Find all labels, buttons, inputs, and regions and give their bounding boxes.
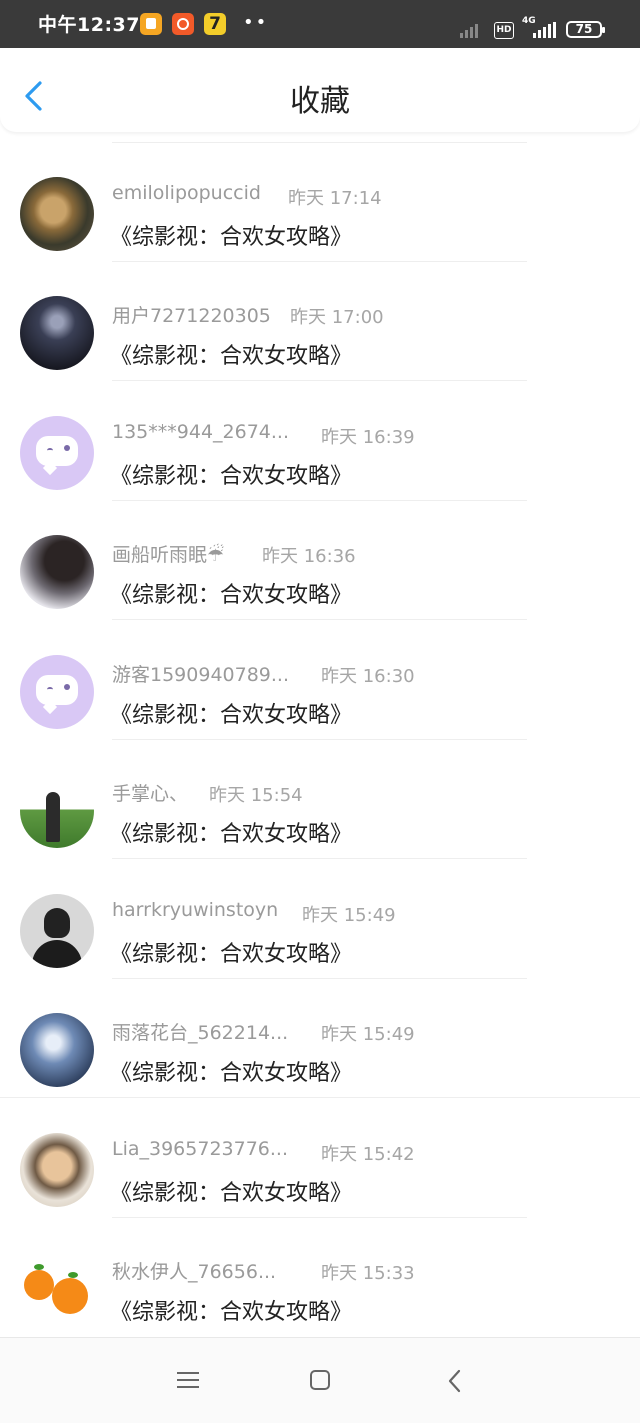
list-item[interactable]: 用户7271220305 昨天 17:00 《综影视：合欢女攻略》 [0, 262, 640, 381]
book-title[interactable]: 《综影视：合欢女攻略》 [110, 577, 352, 609]
book-title[interactable]: 《综影视：合欢女攻略》 [110, 816, 352, 848]
chat-bubble-icon [36, 675, 78, 705]
divider [0, 1097, 640, 1098]
favorite-time: 昨天 16:36 [262, 546, 356, 567]
avatar[interactable] [20, 296, 94, 370]
avatar[interactable] [20, 1133, 94, 1207]
more-notifications-icon: •• [243, 12, 269, 33]
user-name[interactable]: 手掌心、 [112, 779, 188, 806]
user-name[interactable]: 雨落花台_562214... [112, 1018, 288, 1045]
favorite-time: 昨天 17:00 [290, 307, 384, 328]
favorite-time: 昨天 16:39 [321, 427, 415, 448]
battery-icon: 75 [566, 21, 605, 38]
book-title[interactable]: 《综影视：合欢女攻略》 [110, 697, 352, 729]
book-title[interactable]: 《综影视：合欢女攻略》 [110, 1294, 352, 1326]
book-title[interactable]: 《综影视：合欢女攻略》 [110, 1055, 352, 1087]
list-item[interactable]: harrkryuwinstoyn 昨天 15:49 《综影视：合欢女攻略》 [0, 860, 640, 979]
leaf [34, 1264, 44, 1270]
list-item[interactable]: emilolipopuccid 昨天 17:14 《综影视：合欢女攻略》 [0, 143, 640, 262]
hd-voice-icon: HD [494, 22, 514, 39]
list-item[interactable]: 秋水伊人_76656... 昨天 15:33 《综影视：合欢女攻略》 [0, 1218, 640, 1337]
avatar[interactable] [20, 1252, 94, 1326]
user-name[interactable]: 用户7271220305 [112, 301, 271, 328]
avatar-eye [64, 445, 70, 451]
favorite-time: 昨天 15:54 [209, 785, 303, 806]
favorite-time: 昨天 17:14 [288, 188, 382, 209]
leaf [68, 1272, 78, 1278]
home-square-icon[interactable] [310, 1370, 330, 1390]
menu-icon[interactable] [177, 1371, 199, 1389]
book-title[interactable]: 《综影视：合欢女攻略》 [110, 1175, 352, 1207]
user-name[interactable]: 画船听雨眠☔ [112, 540, 224, 567]
avatar-eye [64, 684, 70, 690]
avatar[interactable] [20, 774, 94, 848]
kuaishou-app-icon [172, 13, 194, 35]
book-title[interactable]: 《综影视：合欢女攻略》 [110, 219, 352, 251]
avatar-eye [47, 448, 53, 453]
page-title: 收藏 [290, 84, 350, 119]
book-title[interactable]: 《综影视：合欢女攻略》 [110, 458, 352, 490]
book-title[interactable]: 《综影视：合欢女攻略》 [110, 936, 352, 968]
user-name[interactable]: 游客1590940789... [112, 660, 289, 687]
user-name[interactable]: emilolipopuccid [112, 182, 261, 204]
status-time: 中午12:37 [38, 14, 140, 36]
page-header: 收藏 [0, 48, 640, 132]
favorite-time: 昨天 15:49 [321, 1024, 415, 1045]
list-item[interactable]: 画船听雨眠☔ 昨天 16:36 《综影视：合欢女攻略》 [0, 501, 640, 620]
orange-figure [52, 1278, 88, 1314]
avatar[interactable] [20, 894, 94, 968]
orange-figure [24, 1270, 54, 1300]
favorite-time: 昨天 15:49 [302, 905, 396, 926]
divider [112, 619, 527, 620]
avatar[interactable] [20, 655, 94, 729]
avatar-eye [47, 687, 53, 692]
signal-weak-icon [460, 24, 478, 38]
avatar[interactable] [20, 416, 94, 490]
avatar[interactable] [20, 1013, 94, 1087]
favorite-time: 昨天 15:42 [321, 1144, 415, 1165]
list-item[interactable]: 雨落花台_562214... 昨天 15:49 《综影视：合欢女攻略》 [0, 979, 640, 1098]
avatar[interactable] [20, 535, 94, 609]
status-bar: 中午12:37 7 •• HD 4G 75 [0, 0, 640, 48]
notes-app-icon [140, 13, 162, 35]
divider [112, 380, 527, 381]
chat-bubble-icon [36, 436, 78, 466]
user-name[interactable]: harrkryuwinstoyn [112, 899, 278, 921]
favorite-time: 昨天 16:30 [321, 666, 415, 687]
user-name[interactable]: 秋水伊人_76656... [112, 1257, 276, 1284]
list-item[interactable]: Lia_3965723776... 昨天 15:42 《综影视：合欢女攻略》 [0, 1099, 640, 1218]
user-name[interactable]: 135***944_2674... [112, 421, 289, 443]
favorite-time: 昨天 15:33 [321, 1263, 415, 1284]
user-name[interactable]: Lia_3965723776... [112, 1138, 288, 1160]
list-item[interactable]: 135***944_2674... 昨天 16:39 《综影视：合欢女攻略》 [0, 382, 640, 501]
list-item[interactable]: 手掌心、 昨天 15:54 《综影视：合欢女攻略》 [0, 740, 640, 859]
avatar[interactable] [20, 177, 94, 251]
book-title[interactable]: 《综影视：合欢女攻略》 [110, 338, 352, 370]
back-triangle-icon[interactable] [447, 1369, 463, 1393]
system-nav-bar [0, 1337, 640, 1423]
list-item[interactable]: 游客1590940789... 昨天 16:30 《综影视：合欢女攻略》 [0, 621, 640, 740]
divider [112, 858, 527, 859]
app-7-icon: 7 [204, 13, 226, 35]
signal-strong-icon [533, 22, 556, 38]
